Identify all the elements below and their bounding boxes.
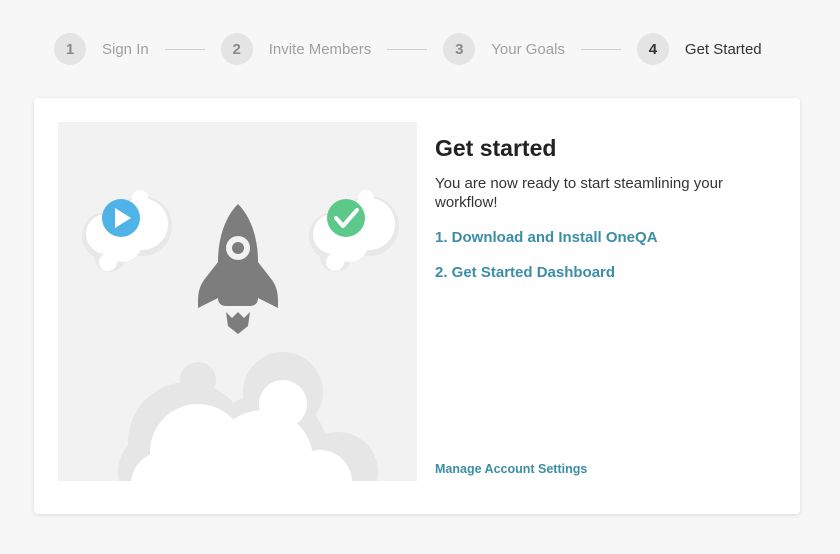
step-connector [387, 48, 428, 50]
step-label: Your Goals [491, 40, 565, 58]
description-text: You are now ready to start steamlining y… [435, 175, 723, 211]
get-started-dashboard-link[interactable]: 2. Get Started Dashboard [435, 263, 775, 282]
step-label: Get Started [684, 40, 762, 58]
page-title: Get started [435, 135, 557, 161]
step-number: 4 [636, 33, 669, 65]
check-cloud [309, 190, 399, 272]
manage-account-settings-link[interactable]: Manage Account Settings [435, 462, 587, 476]
step-number: 3 [443, 33, 476, 65]
step-get-started[interactable]: 4 Get Started [636, 33, 762, 65]
get-started-card: Get started You are now ready to start s… [34, 98, 800, 514]
step-label: Sign In [102, 40, 149, 58]
get-started-content: Get started You are now ready to start s… [435, 134, 775, 298]
cloud-icon [118, 352, 378, 481]
step-label: Invite Members [268, 40, 372, 58]
download-install-link[interactable]: 1. Download and Install OneQA [435, 228, 775, 247]
step-number: 1 [54, 33, 86, 65]
step-your-goals[interactable]: 3 Your Goals [443, 33, 565, 65]
play-icon [102, 199, 140, 237]
step-number: 2 [220, 33, 253, 65]
check-icon [327, 199, 365, 237]
stepper: 1 Sign In 2 Invite Members 3 Your Goals … [54, 32, 762, 66]
step-sign-in[interactable]: 1 Sign In [54, 33, 149, 65]
play-cloud [82, 190, 172, 272]
rocket-icon [198, 204, 278, 334]
step-connector [580, 48, 621, 50]
rocket-illustration [58, 122, 417, 481]
step-invite-members[interactable]: 2 Invite Members [220, 33, 372, 65]
step-connector [164, 48, 205, 50]
